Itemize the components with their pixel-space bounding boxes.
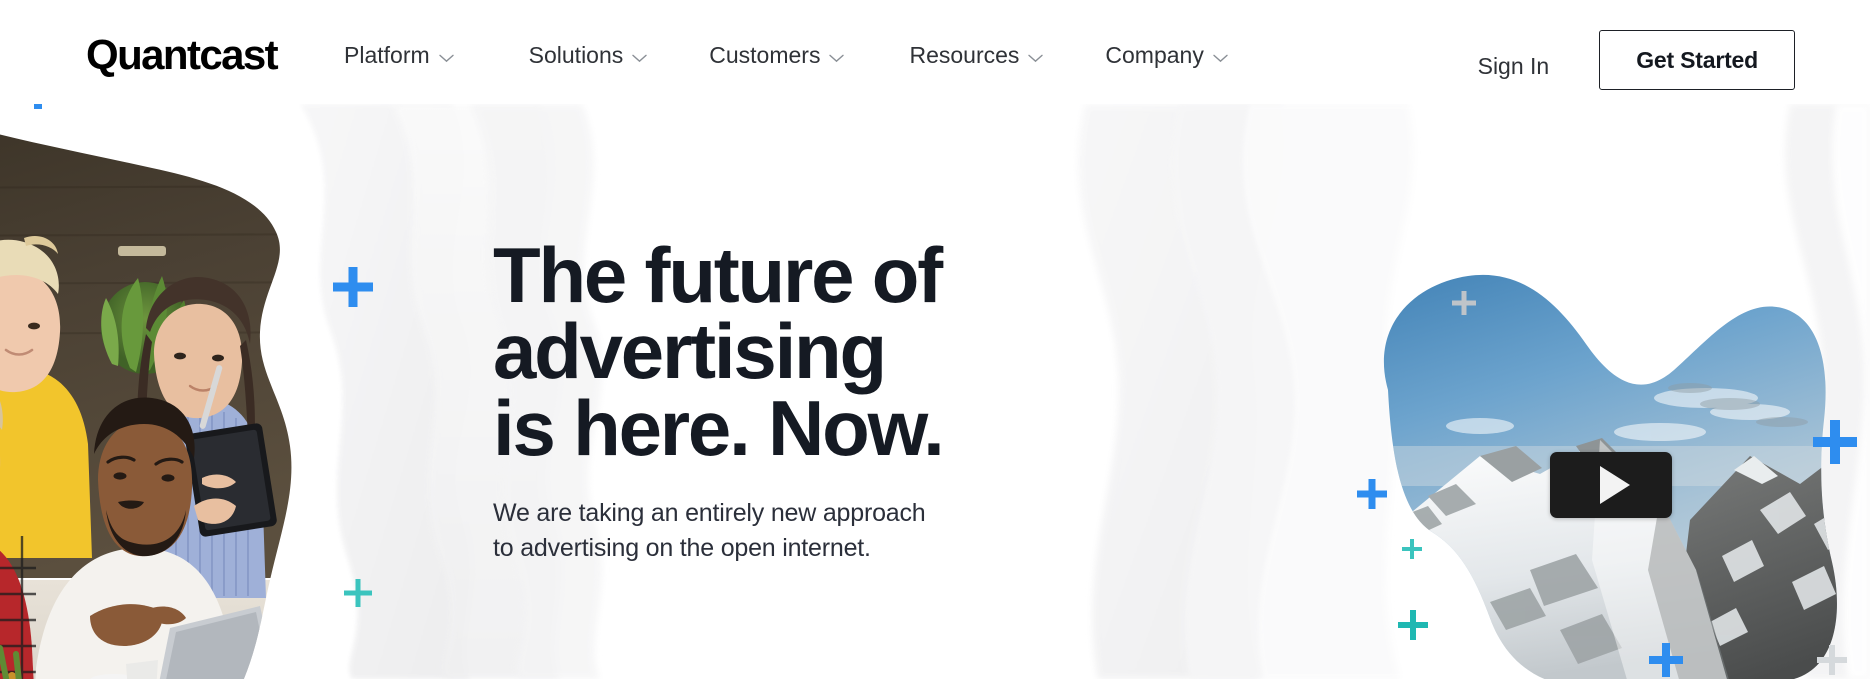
chevron-down-icon bbox=[1028, 54, 1044, 63]
nav-item-label: Resources bbox=[909, 42, 1020, 68]
plus-mark-video-gray bbox=[1452, 291, 1476, 315]
nav-item-solutions[interactable]: Solutions bbox=[529, 44, 648, 67]
nav-item-platform[interactable]: Platform bbox=[344, 44, 454, 67]
nav-item-label: Customers bbox=[709, 42, 821, 68]
plus-mark-right-blue bbox=[1813, 420, 1857, 464]
play-button[interactable] bbox=[1550, 452, 1672, 518]
get-started-button[interactable]: Get Started bbox=[1599, 30, 1795, 90]
chevron-down-icon bbox=[632, 54, 647, 63]
plus-mark-left-blue bbox=[333, 267, 373, 307]
chevron-down-icon bbox=[1213, 54, 1228, 63]
headline-line-1: The future of bbox=[493, 231, 943, 319]
nav-item-company[interactable]: Company bbox=[1105, 42, 1228, 68]
plus-mark-video-teal-lg bbox=[1398, 610, 1428, 640]
site-header: Quantcast Platform Solutions Customers R… bbox=[0, 0, 1870, 104]
page-root: The future of advertising is here. Now. … bbox=[0, 0, 1870, 679]
hero-team-photo bbox=[0, 108, 360, 679]
hero-subtitle: We are taking an entirely new approach t… bbox=[493, 496, 1113, 565]
nav-item-label: Platform bbox=[344, 42, 430, 68]
play-icon bbox=[1600, 466, 1630, 504]
plus-mark-bottom-gray bbox=[1817, 645, 1847, 675]
subtitle-line-2: to advertising on the open internet. bbox=[493, 533, 871, 562]
headline-line-3: is here. Now. bbox=[493, 383, 945, 472]
plus-mark-bottom-blue bbox=[1649, 643, 1683, 677]
nav-item-label: Solutions bbox=[528, 42, 624, 68]
plus-mark-video-blue bbox=[1357, 479, 1387, 509]
nav-item-customers[interactable]: Customers bbox=[709, 42, 845, 68]
nav-item-label: Company bbox=[1105, 42, 1204, 68]
nav-item-resources[interactable]: Resources bbox=[909, 42, 1044, 68]
plus-mark-left-teal bbox=[344, 579, 372, 607]
header-actions: Sign In Get Started bbox=[1478, 30, 1795, 90]
headline-line-2: advertising bbox=[493, 307, 887, 396]
hero-text-block: The future of advertising is here. Now. … bbox=[493, 231, 1113, 565]
team-photo-blob bbox=[0, 108, 292, 679]
plus-mark-video-teal-sm bbox=[1402, 539, 1422, 559]
sign-in-link[interactable]: Sign In bbox=[1478, 42, 1550, 78]
chevron-down-icon bbox=[438, 54, 454, 63]
quantcast-logo[interactable]: Quantcast bbox=[86, 34, 279, 76]
chevron-down-icon bbox=[829, 54, 845, 63]
main-navigation: Platform Solutions Customers Resources C… bbox=[344, 44, 1228, 67]
subtitle-line-1: We are taking an entirely new approach bbox=[493, 499, 926, 528]
page-title: The future of advertising is here. Now. bbox=[493, 231, 1113, 472]
